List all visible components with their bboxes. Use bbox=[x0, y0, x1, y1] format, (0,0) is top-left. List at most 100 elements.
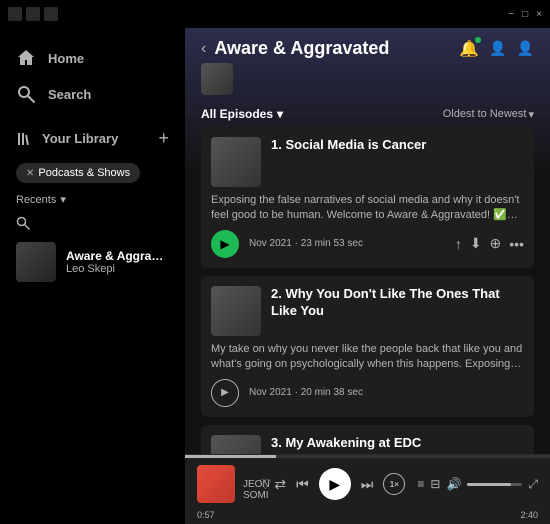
podcast-speed-button[interactable]: 1× bbox=[383, 473, 405, 495]
episode-card-3: 3. My Awakening at EDC Opening up about … bbox=[201, 425, 534, 454]
episode-title-2: 2. Why You Don't Like The Ones That Like… bbox=[271, 286, 524, 320]
devices-icon[interactable]: ⊟ bbox=[430, 477, 440, 491]
recents-chevron-icon: ▾ bbox=[60, 193, 66, 206]
episode-card-2: 2. Why You Don't Like The Ones That Like… bbox=[201, 276, 534, 417]
close-button[interactable]: × bbox=[536, 9, 542, 20]
header-left: ‹ Aware & Aggravated bbox=[201, 38, 389, 59]
filter-chip-label: Podcasts & Shows bbox=[38, 167, 130, 179]
bell-icon: 🔔 bbox=[459, 41, 479, 58]
volume-icon[interactable]: 🔊 bbox=[446, 477, 461, 491]
episode-thumbnail-1 bbox=[211, 137, 261, 187]
progress-bar-container[interactable] bbox=[185, 455, 550, 458]
episode-actions-1: ↑ ⬇ ⊕ ••• bbox=[455, 235, 524, 252]
podcast-info: Aware & Aggravated Leo Skepi bbox=[66, 249, 169, 275]
episode-top-3: 3. My Awakening at EDC bbox=[211, 435, 524, 454]
episode-date-2: Nov 2021 bbox=[249, 387, 292, 398]
podcast-thumb-art bbox=[16, 242, 56, 282]
library-search[interactable] bbox=[0, 212, 185, 234]
library-title-group: Your Library bbox=[16, 130, 118, 148]
play-button-2[interactable]: ▶ bbox=[211, 379, 239, 407]
play-pause-button[interactable]: ▶ bbox=[319, 468, 351, 500]
volume-fill bbox=[467, 483, 511, 486]
bell-button[interactable]: 🔔 bbox=[459, 39, 479, 59]
episode-meta-2: Nov 2021 · 20 min 38 sec bbox=[249, 387, 524, 398]
content-header: ‹ Aware & Aggravated 🔔 👤 👤 bbox=[185, 28, 550, 59]
episode-top-1: 1. Social Media is Cancer bbox=[211, 137, 524, 187]
all-episodes-chevron-icon: ▾ bbox=[277, 107, 283, 121]
time-total: 2:40 bbox=[520, 510, 538, 520]
back-button[interactable]: ‹ bbox=[201, 40, 206, 58]
sort-order-button[interactable]: Oldest to Newest ▾ bbox=[443, 108, 534, 121]
sidebar: Home Search Your Library bbox=[0, 28, 185, 524]
episode-meta-1: Nov 2021 · 23 min 53 sec bbox=[249, 238, 445, 249]
more-button-1[interactable]: ••• bbox=[509, 236, 524, 252]
minimize-button[interactable]: − bbox=[508, 9, 514, 20]
all-episodes-label: All Episodes bbox=[201, 107, 273, 121]
sidebar-item-search[interactable]: Search bbox=[0, 76, 185, 112]
nowplaying-thumbnail bbox=[197, 465, 235, 503]
titlebar: − □ × bbox=[0, 0, 550, 28]
home-label: Home bbox=[48, 51, 84, 66]
filter-row: All Episodes ▾ Oldest to Newest ▾ bbox=[185, 101, 550, 127]
next-button[interactable]: ⏭ bbox=[361, 476, 374, 493]
shuffle-button[interactable]: ⇄ bbox=[274, 476, 286, 493]
episode-desc-1: Exposing the false narratives of social … bbox=[211, 193, 524, 224]
podcast-page-title: Aware & Aggravated bbox=[214, 38, 389, 59]
episode-controls-2: ▶ Nov 2021 · 20 min 38 sec bbox=[211, 379, 524, 407]
now-playing-bar: Fast Forward JEON SOMI ♡ ⇄ ⏮ ▶ ⏭ 1× ≡ ⊟ … bbox=[185, 454, 550, 524]
podcasts-filter-chip[interactable]: ✕ Podcasts & Shows bbox=[16, 163, 140, 183]
episode-title-3: 3. My Awakening at EDC bbox=[271, 435, 421, 452]
episode-thumbnail-2 bbox=[211, 286, 261, 336]
episode-title-1: 1. Social Media is Cancer bbox=[271, 137, 426, 154]
recents-label: Recents bbox=[16, 194, 56, 206]
app-body: Home Search Your Library bbox=[0, 28, 550, 524]
sort-chevron-icon: ▾ bbox=[528, 108, 534, 121]
library-label: Your Library bbox=[42, 131, 118, 146]
search-icon bbox=[16, 84, 36, 104]
titlebar-menu-dots bbox=[8, 7, 58, 21]
sidebar-item-home[interactable]: Home bbox=[0, 40, 185, 76]
episode-controls-1: ▶ Nov 2021 · 23 min 53 sec ↑ ⬇ ⊕ ••• bbox=[211, 230, 524, 258]
episode-duration-2: 20 min 38 sec bbox=[301, 387, 363, 398]
nowplaying-left: Fast Forward JEON SOMI ♡ bbox=[197, 465, 262, 503]
time-current: 0:57 bbox=[197, 510, 215, 520]
library-add-button[interactable]: + bbox=[158, 128, 169, 149]
episode-thumbnail-3 bbox=[211, 435, 261, 454]
library-header: Your Library + bbox=[0, 120, 185, 157]
add-button-1[interactable]: ⊕ bbox=[490, 235, 502, 252]
episode-desc-2: My take on why you never like the people… bbox=[211, 342, 524, 373]
progress-bar-fill bbox=[185, 455, 276, 458]
podcast-list-item[interactable]: Aware & Aggravated Leo Skepi bbox=[0, 234, 185, 290]
dot-1 bbox=[8, 7, 22, 21]
sidebar-nav: Home Search bbox=[0, 28, 185, 120]
library-icon bbox=[16, 130, 34, 148]
share-button-1[interactable]: ↑ bbox=[455, 236, 462, 252]
previous-button[interactable]: ⏮ bbox=[296, 476, 309, 493]
podcast-author: Leo Skepi bbox=[66, 263, 169, 275]
window-controls[interactable]: − □ × bbox=[508, 9, 542, 20]
home-icon bbox=[16, 48, 36, 68]
all-episodes-filter[interactable]: All Episodes ▾ bbox=[201, 107, 283, 121]
recents-button[interactable]: Recents ▾ bbox=[0, 189, 185, 212]
play-button-1[interactable]: ▶ bbox=[211, 230, 239, 258]
user-icon[interactable]: 👤 bbox=[517, 40, 534, 57]
nowplaying-times: 0:57 2:40 bbox=[185, 510, 550, 524]
search-label: Search bbox=[48, 87, 91, 102]
volume-bar[interactable] bbox=[467, 483, 522, 486]
remove-filter-icon[interactable]: ✕ bbox=[26, 168, 34, 179]
episode-card-1: 1. Social Media is Cancer Exposing the f… bbox=[201, 127, 534, 268]
podcast-name: Aware & Aggravated bbox=[66, 249, 169, 263]
fullscreen-icon[interactable]: ⤢ bbox=[528, 477, 538, 492]
download-button-1[interactable]: ⬇ bbox=[470, 235, 482, 252]
podcast-logo-row bbox=[185, 59, 550, 101]
episode-top-2: 2. Why You Don't Like The Ones That Like… bbox=[211, 286, 524, 336]
queue-icon[interactable]: ≡ bbox=[417, 477, 424, 491]
share-icon[interactable]: 👤 bbox=[489, 40, 506, 57]
episode-duration-1: 23 min 53 sec bbox=[301, 238, 363, 249]
heart-button[interactable]: ♡ bbox=[259, 476, 272, 493]
maximize-button[interactable]: □ bbox=[522, 9, 528, 20]
nowplaying-right: ≡ ⊟ 🔊 ⤢ bbox=[417, 477, 538, 492]
library-search-icon bbox=[16, 216, 30, 230]
dot-3 bbox=[44, 7, 58, 21]
nowplaying-main: Fast Forward JEON SOMI ♡ ⇄ ⏮ ▶ ⏭ 1× ≡ ⊟ … bbox=[185, 458, 550, 510]
